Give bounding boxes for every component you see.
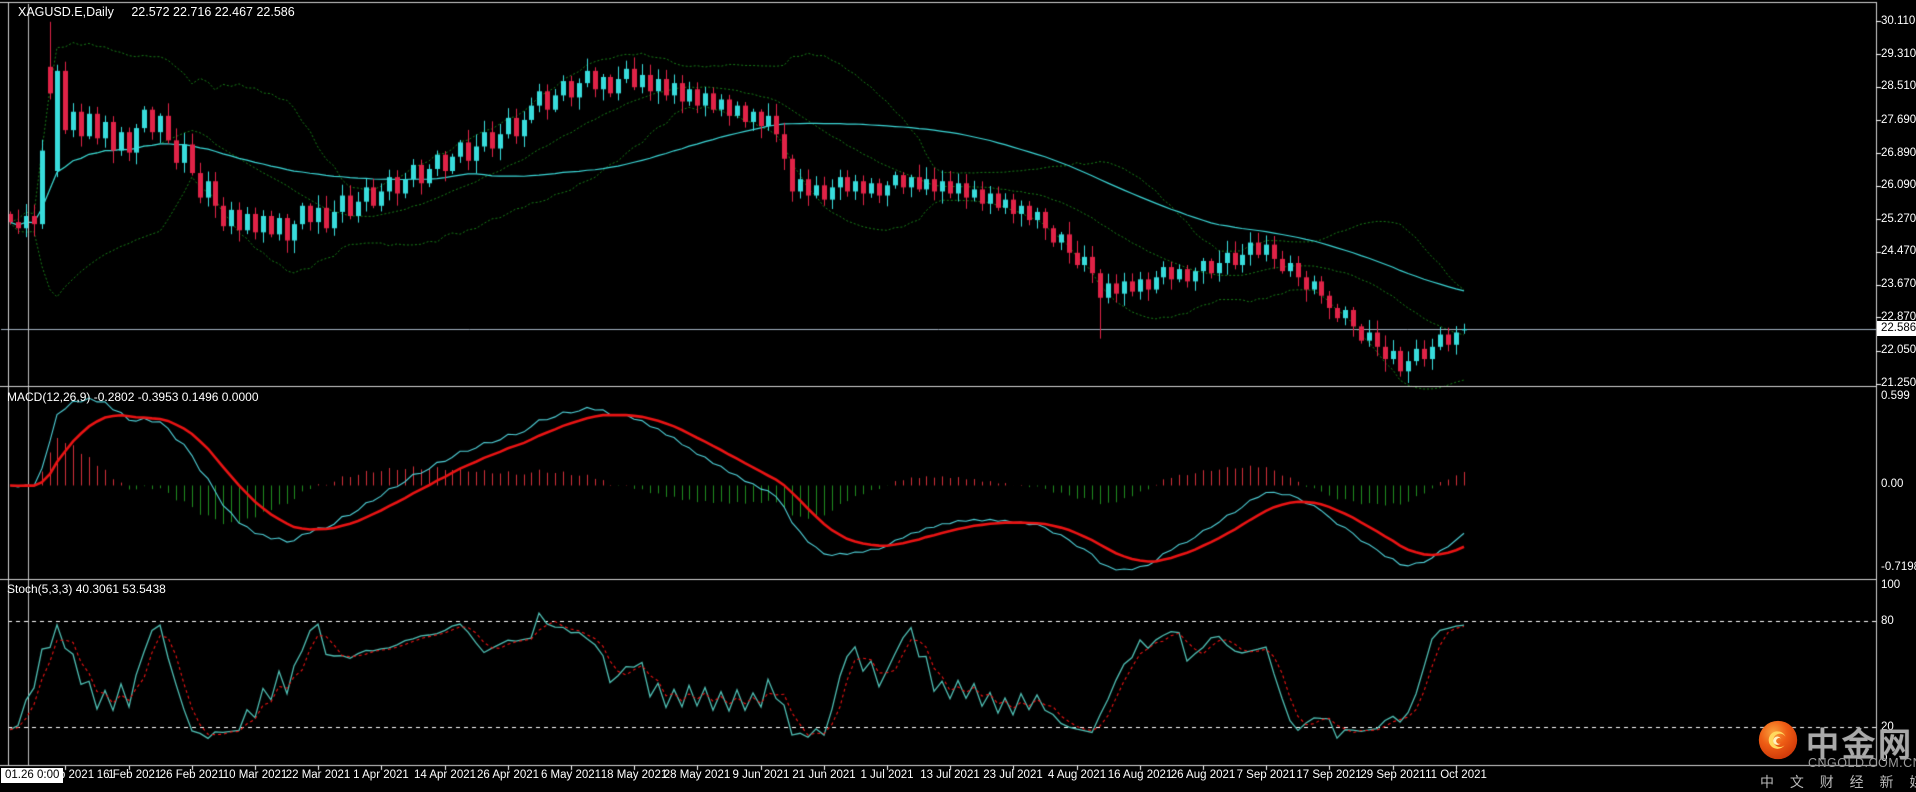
price-axis-label: 22.050 xyxy=(1881,344,1916,356)
date-axis-label: 28 May 2021 xyxy=(664,769,731,781)
price-axis-label: 26.090 xyxy=(1881,179,1916,191)
date-axis-label: 22 Mar 2021 xyxy=(286,769,351,781)
date-axis-label: 14 Apr 2021 xyxy=(414,769,476,781)
ohlc-values: 22.572 22.716 22.467 22.586 xyxy=(131,5,294,19)
watermark-domain-text: CNGOLD.COM.CN xyxy=(1808,756,1916,770)
date-axis-label: 6 May 2021 xyxy=(541,769,601,781)
date-axis-fragment: 1 xyxy=(108,769,114,781)
date-axis-label: 7 Sep 2021 xyxy=(1237,769,1296,781)
price-axis-label: 28.510 xyxy=(1881,80,1916,92)
date-axis-label: 23 Jul 2021 xyxy=(983,769,1042,781)
date-axis-label: 16 Aug 2021 xyxy=(1108,769,1173,781)
price-axis-label: 25.270 xyxy=(1881,213,1916,225)
date-axis-label: 11 Oct 2021 xyxy=(1425,769,1487,781)
price-axis-label: 23.670 xyxy=(1881,278,1916,290)
price-axis-label: 30.110 xyxy=(1881,15,1915,27)
date-axis-label: 16 Feb 2021 xyxy=(97,769,162,781)
symbol-period-label: XAGUSD.E,Daily xyxy=(18,5,114,19)
chart-canvas[interactable] xyxy=(0,0,1916,792)
trading-chart-window: XAGUSD.E,Daily 22.572 22.716 22.467 22.5… xyxy=(0,0,1916,792)
stoch-axis-label: 100 xyxy=(1881,579,1900,591)
date-axis-label: 21 Jun 2021 xyxy=(792,769,855,781)
date-axis-label: 10 Mar 2021 xyxy=(223,769,288,781)
macd-axis-label: -0.7198 xyxy=(1881,561,1916,573)
stoch-indicator-label: Stoch(5,3,3) 40.3061 53.5438 xyxy=(7,582,166,596)
price-axis-label: 24.470 xyxy=(1881,245,1916,257)
date-axis-label: 26 Aug 2021 xyxy=(1171,769,1236,781)
date-axis-label: 9 Jun 2021 xyxy=(733,769,790,781)
price-axis-label: 27.690 xyxy=(1881,114,1916,126)
stoch-axis-label: 80 xyxy=(1881,615,1894,627)
date-axis-label: 1 Jul 2021 xyxy=(860,769,913,781)
price-axis-label: 21.250 xyxy=(1881,377,1916,389)
date-axis-label: 13 Jul 2021 xyxy=(920,769,979,781)
date-axis-label: 29 Sep 2021 xyxy=(1360,769,1425,781)
date-axis-label: 26 Feb 2021 xyxy=(160,769,225,781)
price-axis-label: 29.310 xyxy=(1881,48,1916,60)
price-axis-label: 26.890 xyxy=(1881,147,1916,159)
cngold-logo-icon xyxy=(1758,720,1798,760)
macd-indicator-label: MACD(12,26,9) -0.2802 -0.3953 0.1496 0.0… xyxy=(7,390,259,404)
date-axis-label: 4 Aug 2021 xyxy=(1048,769,1106,781)
date-axis-label: 1 Apr 2021 xyxy=(353,769,409,781)
date-axis-label: 26 Apr 2021 xyxy=(477,769,539,781)
watermark-tagline-text: 中 文 财 经 新 媒 体 xyxy=(1760,772,1916,792)
chart-title: XAGUSD.E,Daily 22.572 22.716 22.467 22.5… xyxy=(18,5,295,19)
macd-axis-label: 0.00 xyxy=(1881,478,1903,490)
date-axis-label: 17 Sep 2021 xyxy=(1296,769,1361,781)
macd-axis-label: 0.599 xyxy=(1881,390,1910,402)
crosshair-price-badge: 22.586 xyxy=(1877,321,1916,336)
date-axis-label: 18 May 2021 xyxy=(601,769,668,781)
crosshair-time-badge: 01.26 0:00 xyxy=(1,768,63,783)
